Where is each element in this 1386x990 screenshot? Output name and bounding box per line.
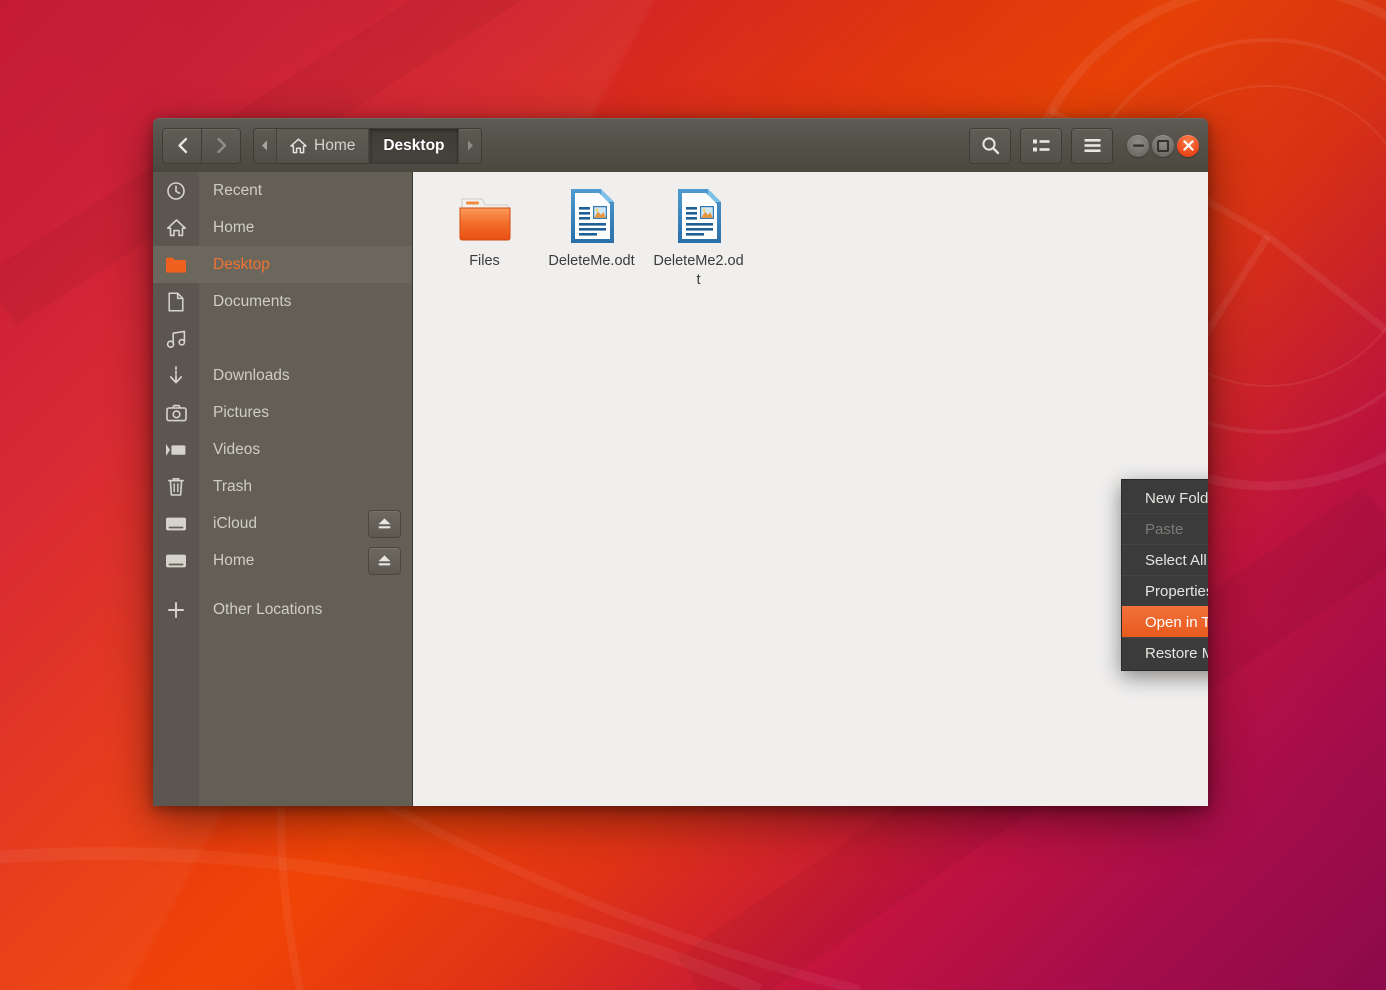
minimize-icon [1133,144,1144,147]
breadcrumb-scroll-right[interactable] [459,129,481,163]
file-item-deleteme2[interactable]: DeleteMe2.odt [645,188,752,291]
context-menu: New Folder Shift+Ctrl+N Paste Ctrl+V Sel… [1121,479,1208,671]
breadcrumb-item-home[interactable]: Home [276,129,369,163]
menu-item-label: Properties [1145,583,1208,600]
forward-button[interactable] [202,128,241,164]
desktop-wallpaper: Home Desktop [0,0,1386,990]
maximize-icon [1157,140,1169,152]
view-toggle-button[interactable] [1020,128,1062,164]
file-grid: Files [413,172,1208,291]
eject-icon [377,554,392,567]
minimize-button[interactable] [1127,135,1149,157]
sidebar: Recent Home Desk [153,172,413,806]
menu-item-label: Restore Missing Files... [1145,645,1208,662]
sidebar-item-label: Other Locations [199,601,322,619]
menu-item-label: New Folder [1145,490,1208,507]
back-button[interactable] [162,128,202,164]
camera-icon [153,404,199,422]
sidebar-separator [153,579,412,591]
eject-icon [377,517,392,530]
sidebar-item-home[interactable]: Home [153,209,412,246]
close-icon [1183,140,1194,151]
sidebar-item-other-locations[interactable]: Other Locations [153,591,412,628]
chevron-left-icon [176,137,189,154]
menu-item-restore-missing-files[interactable]: Restore Missing Files... [1122,637,1208,668]
sidebar-item-label: Documents [199,293,291,311]
breadcrumb-scroll-left[interactable] [254,129,276,163]
hamburger-icon [1083,138,1102,153]
file-manager-window: Home Desktop [153,118,1208,806]
menu-item-label: Paste [1145,521,1183,538]
file-item-deleteme[interactable]: DeleteMe.odt [538,188,645,291]
window-controls [1127,135,1199,157]
menu-button[interactable] [1071,128,1113,164]
sidebar-item-label: Home [199,219,254,237]
chevron-left-icon [261,140,269,151]
sidebar-item-label: Pictures [199,404,269,422]
sidebar-item-label: Recent [199,182,262,200]
sidebar-item-label: Home [199,552,254,570]
sidebar-item-documents[interactable]: Documents [153,283,412,320]
plus-icon [153,601,199,619]
window-body: Recent Home Desk [153,172,1208,806]
music-icon [153,330,199,348]
sidebar-item-label: Trash [199,478,252,496]
video-icon [153,443,199,457]
file-list-area[interactable]: Files [413,172,1208,806]
odt-document-icon [673,188,725,244]
close-button[interactable] [1177,135,1199,157]
sidebar-item-label: Downloads [199,367,290,385]
menu-item-label: Open in Terminal [1145,614,1208,631]
headerbar-actions [969,128,1113,164]
drive-icon [153,516,199,532]
chevron-right-icon [466,140,474,151]
sidebar-item-recent[interactable]: Recent [153,172,412,209]
odt-document-icon [566,188,618,244]
menu-item-label: Select All [1145,552,1207,569]
navigation-buttons [162,128,241,164]
sidebar-item-label: Videos [199,441,260,459]
sidebar-item-downloads[interactable]: Downloads [153,357,412,394]
window-headerbar: Home Desktop [153,118,1208,172]
search-button[interactable] [969,128,1011,164]
breadcrumb-item-desktop[interactable]: Desktop [369,129,458,163]
eject-button[interactable] [368,547,401,575]
chevron-right-icon [215,137,228,154]
download-icon [153,365,199,386]
search-icon [981,136,1000,155]
trash-icon [153,477,199,497]
menu-item-select-all[interactable]: Select All Ctrl+A [1122,544,1208,575]
breadcrumb: Home Desktop [253,128,482,164]
list-view-icon [1032,138,1051,154]
sidebar-item-desktop[interactable]: Desktop [153,246,412,283]
maximize-button[interactable] [1152,135,1174,157]
folder-icon [456,188,514,244]
sidebar-item-pictures[interactable]: Pictures [153,394,412,431]
eject-button[interactable] [368,510,401,538]
file-label: DeleteMe.odt [548,252,634,271]
menu-item-properties[interactable]: Properties Ctrl+I [1122,575,1208,606]
menu-item-open-in-terminal[interactable]: Open in Terminal [1122,606,1208,637]
clock-icon [153,181,199,201]
sidebar-item-videos[interactable]: Videos [153,431,412,468]
folder-icon [153,256,199,274]
sidebar-item-label: iCloud [199,515,257,533]
menu-item-paste: Paste Ctrl+V [1122,513,1208,544]
breadcrumb-label: Desktop [383,137,444,155]
document-icon [153,292,199,312]
home-icon [153,218,199,238]
file-item-files[interactable]: Files [431,188,538,291]
sidebar-item-label: Desktop [199,256,270,274]
sidebar-item-home-drive[interactable]: Home [153,542,412,579]
menu-item-new-folder[interactable]: New Folder Shift+Ctrl+N [1122,483,1208,513]
sidebar-item-music[interactable] [153,320,412,357]
sidebar-item-trash[interactable]: Trash [153,468,412,505]
drive-icon [153,553,199,569]
file-label: DeleteMe2.odt [653,252,745,291]
breadcrumb-label: Home [314,137,355,155]
file-label: Files [469,252,500,271]
home-icon [290,138,307,154]
sidebar-item-icloud[interactable]: iCloud [153,505,412,542]
